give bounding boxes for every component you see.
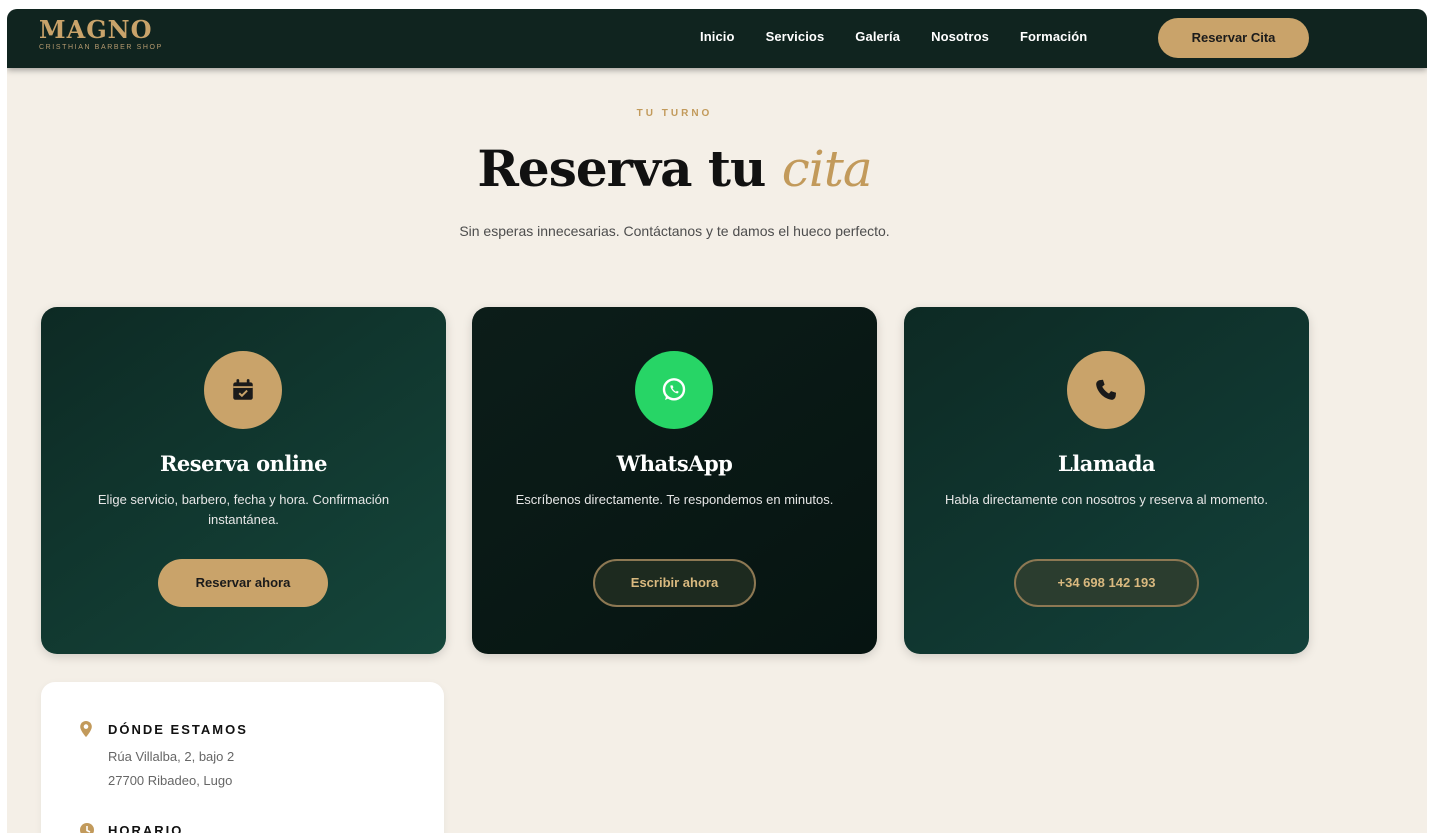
card-description: Elige servicio, barbero, fecha y hora. C…	[97, 492, 390, 527]
whatsapp-icon	[635, 351, 713, 429]
section-subtitle: Sin esperas innecesarias. Contáctanos y …	[459, 223, 890, 239]
info-card: DÓNDE ESTAMOS Rúa Villalba, 2, bajo 2 27…	[41, 682, 444, 833]
clock-icon	[79, 822, 95, 833]
phone-number-button[interactable]: +34 698 142 193	[1014, 559, 1199, 607]
hours-heading: HORARIO	[108, 823, 184, 833]
brand-tagline: CRISTHIAN BARBER SHOP	[39, 44, 163, 51]
address-line-1: Rúa Villalba, 2, bajo 2	[108, 749, 235, 764]
brand-name: MAGNO	[39, 15, 153, 44]
card-title: Llamada	[1058, 451, 1155, 476]
reservar-ahora-button[interactable]: Reservar ahora	[158, 559, 328, 607]
card-llamada: Llamada Habla directamente con nosotros …	[904, 307, 1309, 654]
title-accent: cita	[781, 140, 873, 198]
brand-logo[interactable]: MAGNO CRISTHIAN BARBER SHOP	[39, 17, 163, 52]
card-description: Escríbenos directamente. Te respondemos …	[515, 492, 834, 507]
section-eyebrow: TU TURNO	[636, 108, 713, 119]
nav-links: Inicio Servicios Galería Nosotros Formac…	[700, 29, 1118, 44]
page: MAGNO CRISTHIAN BARBER SHOP Inicio Servi…	[7, 9, 1427, 833]
card-title: WhatsApp	[616, 451, 733, 476]
nav-link-nosotros[interactable]: Nosotros	[931, 29, 989, 44]
nav-link-servicios[interactable]: Servicios	[766, 29, 825, 44]
card-reserva-online: Reserva online Elige servicio, barbero, …	[41, 307, 446, 654]
card-whatsapp: WhatsApp Escríbenos directamente. Te res…	[472, 307, 877, 654]
location-heading: DÓNDE ESTAMOS	[108, 722, 248, 737]
nav-link-inicio[interactable]: Inicio	[700, 29, 735, 44]
calendar-icon	[204, 351, 282, 429]
page-title: Reserva tu cita	[7, 139, 1342, 199]
top-navbar: MAGNO CRISTHIAN BARBER SHOP Inicio Servi…	[7, 9, 1427, 68]
address-line-2: 27700 Ribadeo, Lugo	[108, 773, 233, 788]
nav-link-formacion[interactable]: Formación	[1020, 29, 1087, 44]
escribir-ahora-button[interactable]: Escribir ahora	[593, 559, 756, 607]
title-main: Reserva tu	[477, 139, 782, 198]
phone-icon	[1067, 351, 1145, 429]
location-pin-icon	[79, 720, 93, 743]
reservar-cita-button[interactable]: Reservar Cita	[1158, 18, 1309, 58]
card-description: Habla directamente con nosotros y reserv…	[945, 492, 1268, 507]
card-title: Reserva online	[159, 451, 328, 476]
nav-link-galeria[interactable]: Galería	[855, 29, 900, 44]
